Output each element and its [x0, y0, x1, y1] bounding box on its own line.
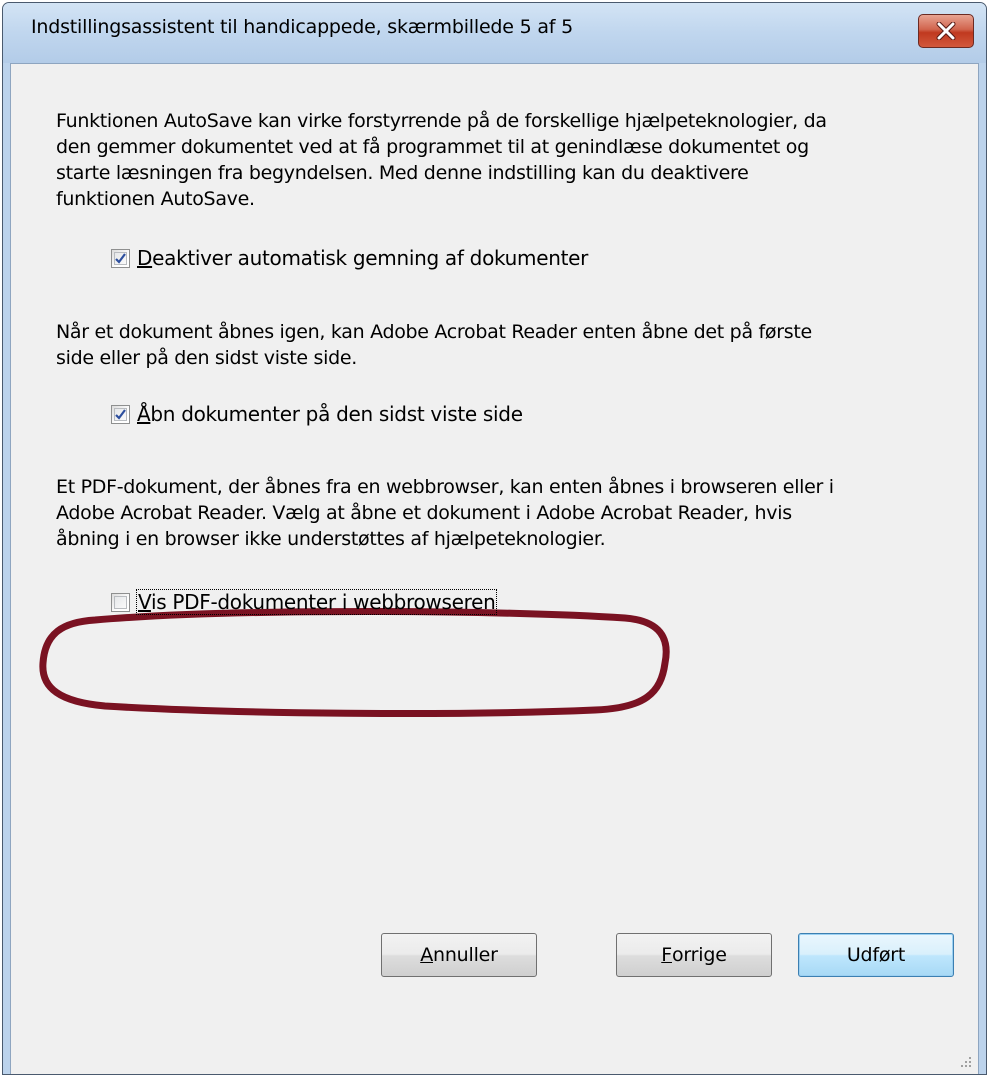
previous-button[interactable]: Forrige [616, 933, 772, 977]
dialog-window: Indstillingsassistent til handicappede, … [2, 2, 987, 1075]
button-label: nnuller [433, 944, 498, 966]
title-bar[interactable]: Indstillingsassistent til handicappede, … [3, 3, 986, 63]
text-line: funktionen AutoSave. [56, 188, 255, 210]
close-icon [936, 22, 956, 40]
checkbox-box[interactable] [111, 404, 130, 424]
label-text: is PDF-dokumenter i webbrowseren [150, 590, 496, 614]
mnemonic: A [420, 944, 433, 966]
mnemonic: V [138, 590, 151, 614]
resize-grip-icon[interactable] [958, 1054, 972, 1068]
checkmark-icon [115, 252, 126, 264]
browser-description: Et PDF-dokument, der åbnes fra en webbro… [56, 474, 956, 552]
open-last-page-checkbox[interactable]: Åbn dokumenter på den sidst viste side [111, 401, 523, 427]
text-line: åbning i en browser ikke understøttes af… [56, 528, 606, 550]
checkbox-box[interactable] [111, 248, 130, 268]
button-label: Udført [846, 944, 906, 966]
text-line: Et PDF-dokument, der åbnes fra en webbro… [56, 476, 834, 498]
text-line: Adobe Acrobat Reader. Vælg at åbne et do… [56, 502, 792, 524]
autosave-description: Funktionen AutoSave kan virke forstyrren… [56, 108, 956, 212]
checkbox-inner [114, 595, 127, 609]
checkbox-inner [114, 251, 127, 265]
checkbox-inner [114, 407, 127, 421]
label-text: eaktiver automatisk gemning af dokumente… [152, 246, 589, 270]
checkmark-icon [115, 408, 126, 420]
text-line: Funktionen AutoSave kan virke forstyrren… [56, 110, 827, 132]
cancel-button[interactable]: Annuller [381, 933, 537, 977]
text-line: den gemmer dokumentet ved at få programm… [56, 136, 809, 158]
checkbox-label: Åbn dokumenter på den sidst viste side [137, 402, 523, 426]
text-line: side eller på den sidst viste side. [56, 347, 358, 369]
mnemonic: F [661, 944, 672, 966]
window-title: Indstillingsassistent til handicappede, … [31, 16, 574, 38]
mnemonic: D [137, 246, 153, 270]
close-button[interactable] [918, 14, 974, 48]
dialog-body: Funktionen AutoSave kan virke forstyrren… [10, 63, 979, 1074]
label-text: bn dokumenter på den sidst viste side [150, 402, 523, 426]
highlight-ellipse [39, 608, 670, 717]
text-line: Når et dokument åbnes igen, kan Adobe Ac… [56, 321, 812, 343]
button-label: orrige [671, 944, 727, 966]
text-line: starte læsningen fra begyndelsen. Med de… [56, 162, 749, 184]
checkbox-label: Vis PDF-dokumenter i webbrowseren [135, 589, 498, 615]
mnemonic: Å [137, 402, 151, 426]
checkbox-box[interactable] [111, 592, 130, 612]
finish-button[interactable]: Udført [798, 933, 954, 977]
show-pdf-in-browser-checkbox[interactable]: Vis PDF-dokumenter i webbrowseren [111, 589, 498, 615]
disable-autosave-checkbox[interactable]: Deaktiver automatisk gemning af dokument… [111, 245, 588, 271]
reopen-description: Når et dokument åbnes igen, kan Adobe Ac… [56, 319, 956, 371]
checkbox-label: Deaktiver automatisk gemning af dokument… [137, 246, 588, 270]
